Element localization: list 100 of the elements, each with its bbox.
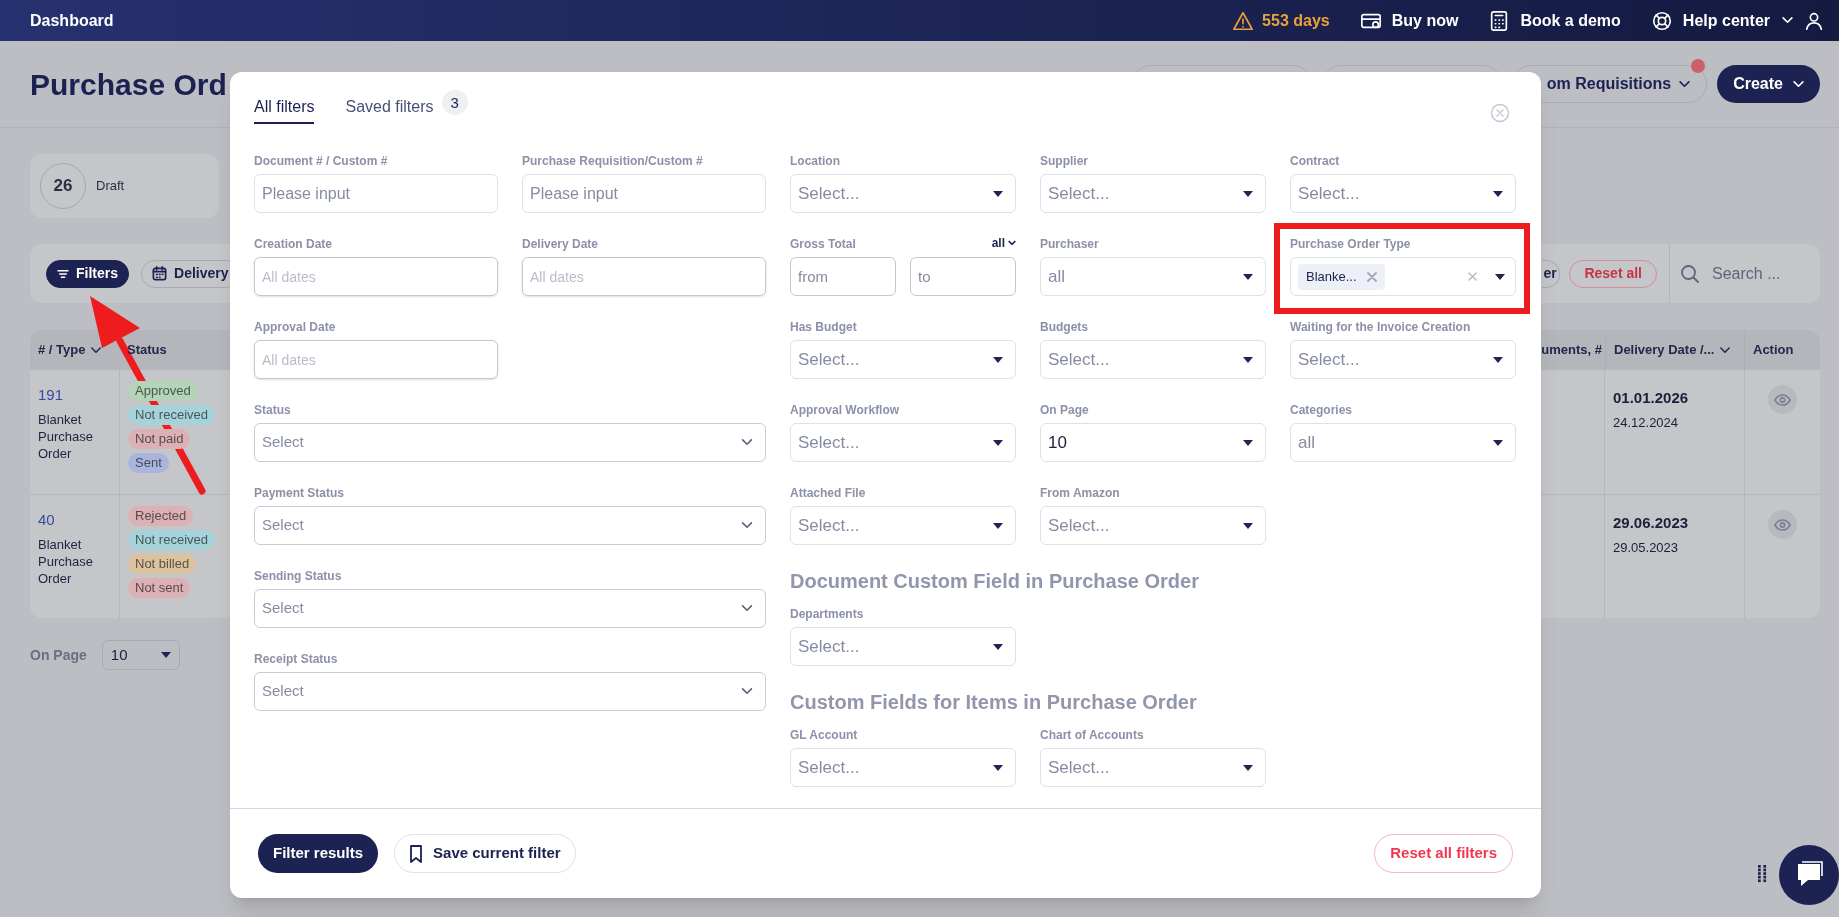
caret-icon xyxy=(1243,522,1253,529)
table-cell-text: 29.06.2023 xyxy=(1613,513,1690,533)
caret-icon xyxy=(993,190,1003,197)
document-number-link[interactable]: 191 xyxy=(38,384,119,407)
field-label: Status xyxy=(254,402,291,417)
chevron-down-icon xyxy=(1008,240,1016,246)
caret-icon xyxy=(160,652,171,658)
warning-icon xyxy=(1232,9,1255,32)
table-cell-text: 29.05.2023 xyxy=(1613,538,1680,557)
number-field[interactable]: to xyxy=(910,257,1016,296)
eye-icon xyxy=(1774,518,1791,531)
chevron-down-icon xyxy=(741,522,753,529)
search-field[interactable]: Search ... xyxy=(1712,261,1802,286)
chevron-down-icon xyxy=(91,346,102,354)
field-label: Location xyxy=(790,153,840,168)
field-label: Payment Status xyxy=(254,485,345,500)
field-label: Chart of Accounts xyxy=(1040,727,1144,742)
remove-icon xyxy=(1366,271,1377,282)
date-field[interactable]: All dates xyxy=(254,257,498,296)
section-heading: Document Custom Field in Purchase Order xyxy=(790,569,1200,593)
chevron-down-icon xyxy=(741,605,753,612)
column-header[interactable]: Action xyxy=(1753,340,1794,360)
create-button[interactable]: Create xyxy=(1717,65,1820,103)
input-field[interactable]: Please input xyxy=(254,174,498,213)
field-label: Categories xyxy=(1290,402,1353,417)
filter-icon xyxy=(57,268,69,279)
column-header[interactable]: Delivery Date /... xyxy=(1614,340,1715,360)
toolbar-button[interactable]: Filters xyxy=(46,259,129,288)
field-label: Document # / Custom # xyxy=(254,153,388,168)
caret-icon xyxy=(1493,356,1503,363)
top-bar-link[interactable]: Buy now xyxy=(1359,8,1459,33)
chevron-down-icon xyxy=(741,688,753,695)
field-label: Waiting for the Invoice Creation xyxy=(1290,319,1471,334)
input-field[interactable]: Please input xyxy=(522,174,766,213)
table-cell-text: 24.12.2024 xyxy=(1613,413,1680,432)
status-tag: Approved xyxy=(128,381,198,401)
field-label: Budgets xyxy=(1040,319,1088,334)
date-field[interactable]: All dates xyxy=(522,257,766,296)
caret-icon xyxy=(993,764,1003,771)
field-label: Delivery Date xyxy=(522,236,599,251)
number-field[interactable]: from xyxy=(790,257,896,296)
app-title[interactable]: Dashboard xyxy=(30,8,114,33)
page-size-select[interactable]: 10 xyxy=(101,640,180,670)
field-label: Purchaser xyxy=(1040,236,1099,251)
field-label: From Amazon xyxy=(1040,485,1120,500)
search-icon xyxy=(1680,263,1700,284)
table-cell-text: 01.01.2026 xyxy=(1613,388,1690,408)
chat-button[interactable] xyxy=(1779,845,1839,905)
chevron-down-icon[interactable] xyxy=(1782,17,1793,24)
eye-icon xyxy=(1774,393,1791,406)
status-tag: Not received xyxy=(128,405,215,425)
field-label: Purchase Requisition/Custom # xyxy=(522,153,703,168)
selected-tag[interactable]: Blanke... xyxy=(1298,263,1385,290)
section-heading: Custom Fields for Items in Purchase Order xyxy=(790,690,1198,714)
field-label: Receipt Status xyxy=(254,651,338,666)
caret-icon xyxy=(1243,356,1253,363)
caret-icon xyxy=(1493,439,1503,446)
top-bar-link[interactable]: Book a demo xyxy=(1488,8,1621,33)
table-cell-text: Blanket Purchase Order xyxy=(38,535,94,587)
chevron-down-icon xyxy=(1720,346,1731,354)
status-tag: Sent xyxy=(128,453,169,473)
field-label: Purchase Order Type xyxy=(1290,236,1411,251)
lifebuoy-icon xyxy=(1650,9,1673,32)
field-label: Attached File xyxy=(790,485,866,500)
range-mode-select[interactable]: all xyxy=(991,235,1016,251)
document-number-link[interactable]: 40 xyxy=(38,509,119,532)
field-label: Approval Workflow xyxy=(790,402,900,417)
field-label: GL Account xyxy=(790,727,858,742)
table-cell-text: Blanket Purchase Order xyxy=(38,410,94,462)
filter-tab[interactable]: Saved filters 3 xyxy=(345,90,468,124)
field-label: Sending Status xyxy=(254,568,342,583)
bookmark-icon xyxy=(409,844,424,863)
status-tag: Not billed xyxy=(128,554,197,574)
date-field[interactable]: All dates xyxy=(254,340,498,379)
chevron-down-icon xyxy=(1793,80,1804,88)
filter-tab[interactable]: All filters xyxy=(254,90,315,124)
field-label: Supplier xyxy=(1040,153,1088,168)
field-label: Gross Total xyxy=(790,236,856,251)
caret-icon xyxy=(993,522,1003,529)
status-tag: Not paid xyxy=(128,429,191,449)
caret-icon xyxy=(1495,273,1505,280)
top-bar-link[interactable]: Help center xyxy=(1650,8,1770,33)
field-label: Has Budget xyxy=(790,319,857,334)
status-tag: Not sent xyxy=(128,578,191,598)
trial-days-label: 553 days xyxy=(1262,10,1330,31)
pagination-label: On Page xyxy=(30,645,87,665)
tag-select-field[interactable]: Blanke... xyxy=(1290,257,1516,296)
filter-results-button[interactable]: Filter results xyxy=(258,834,379,873)
caret-icon xyxy=(993,439,1003,446)
status-tag: Not received xyxy=(128,530,215,550)
column-header[interactable]: uments, # xyxy=(1541,340,1602,360)
caret-icon xyxy=(1243,273,1253,280)
dropdown-field[interactable]: 10 xyxy=(1040,423,1266,462)
caret-icon xyxy=(1243,764,1253,771)
column-header[interactable]: # / Type xyxy=(38,340,86,360)
field-label: Departments xyxy=(790,606,864,621)
field-label: Creation Date xyxy=(254,236,333,251)
caret-icon xyxy=(1493,190,1503,197)
chevron-down-icon xyxy=(741,439,753,446)
calendar-icon xyxy=(152,266,167,281)
